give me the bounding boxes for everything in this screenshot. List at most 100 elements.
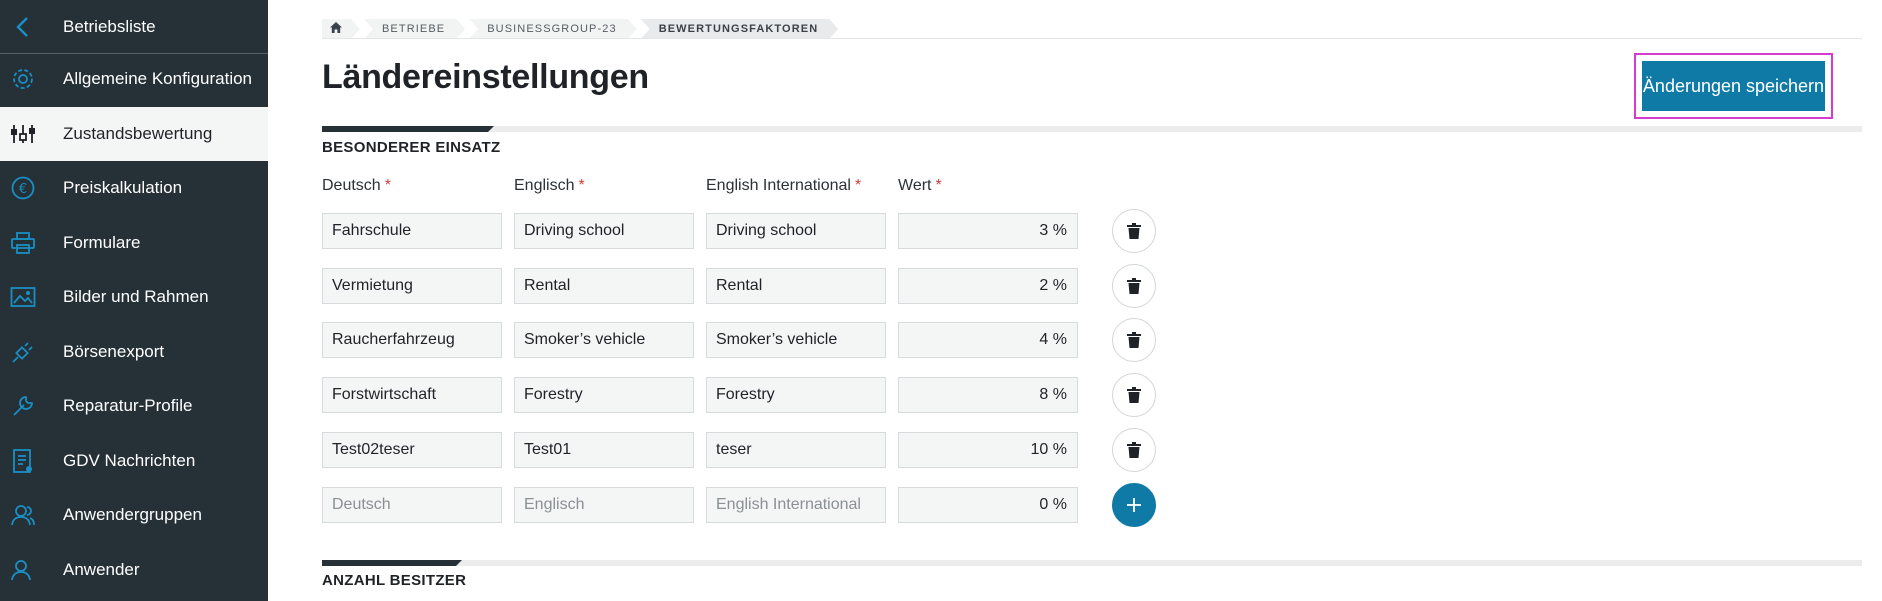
row-4-englisch-input[interactable] — [514, 377, 694, 413]
sidebar-item-label: Bilder und Rahmen — [63, 287, 209, 306]
breadcrumb: BETRIEBE BUSINESSGROUP-23 BEWERTUNGSFAKT… — [322, 19, 842, 39]
sidebar-item-zustandsbewertung[interactable]: Zustandsbewertung — [0, 107, 268, 161]
sidebar-item-reparatur-profile[interactable]: Reparatur-Profile — [0, 379, 268, 433]
sidebar-item-anwendergruppen[interactable]: Anwendergruppen — [0, 488, 268, 542]
sidebar-item-preiskalkulation[interactable]: € Preiskalkulation — [0, 161, 268, 215]
sidebar-item-boersenexport[interactable]: Börsenexport — [0, 325, 268, 379]
section-tab-marker — [322, 126, 494, 132]
new-row-deutsch-input[interactable] — [322, 487, 502, 523]
page-title: Ländereinstellungen — [322, 58, 649, 96]
section-title-besonderer-einsatz: BESONDERER EINSATZ — [322, 139, 501, 156]
row-5-delete-button[interactable] — [1112, 428, 1156, 472]
column-header-english-international: English International * — [706, 177, 861, 195]
column-header-wert: Wert * — [898, 177, 942, 195]
column-header-label: Englisch — [514, 177, 575, 194]
row-3-english-international-input[interactable] — [706, 322, 886, 358]
breadcrumb-label: BETRIEBE — [382, 23, 446, 35]
trash-icon — [1127, 387, 1141, 403]
row-5-english-international-input[interactable] — [706, 432, 886, 468]
column-header-label: English International — [706, 177, 851, 194]
sidebar-item-label: Reparatur-Profile — [63, 396, 193, 415]
sidebar-item-betriebsliste[interactable]: Betriebsliste — [0, 0, 268, 54]
row-1-delete-button[interactable] — [1112, 209, 1156, 253]
breadcrumb-item-bewertungsfaktoren: BEWERTUNGSFAKTOREN — [641, 19, 839, 39]
section-divider — [322, 126, 1862, 132]
wrench-icon — [10, 393, 36, 419]
section-tab-marker — [322, 560, 462, 566]
column-header-deutsch: Deutsch * — [322, 177, 391, 195]
add-row-button[interactable] — [1112, 483, 1156, 527]
row-5-deutsch-input[interactable] — [322, 432, 502, 468]
sidebar-item-anwender[interactable]: Anwender — [0, 543, 268, 597]
image-icon — [10, 284, 36, 310]
row-1-englisch-input[interactable] — [514, 213, 694, 249]
row-1-english-international-input[interactable] — [706, 213, 886, 249]
sidebar-item-label: Formulare — [63, 233, 141, 252]
row-3-wert-input[interactable] — [898, 322, 1078, 358]
gear-icon — [10, 66, 36, 92]
required-marker: * — [578, 177, 585, 194]
breadcrumb-item-betriebe[interactable]: BETRIEBE — [364, 19, 465, 39]
sidebar-item-label: Betriebsliste — [63, 16, 156, 36]
breadcrumb-divider — [322, 38, 1862, 39]
sidebar-item-label: Allgemeine Konfiguration — [63, 69, 253, 88]
sidebar-item-gdv-nachrichten[interactable]: GDV Nachrichten — [0, 434, 268, 488]
trash-icon — [1127, 442, 1141, 458]
new-row-wert-input[interactable] — [898, 487, 1078, 523]
document-icon — [10, 448, 36, 474]
row-4-delete-button[interactable] — [1112, 373, 1156, 417]
sidebar-item-bilder-und-rahmen[interactable]: Bilder und Rahmen — [0, 270, 268, 324]
trash-icon — [1127, 332, 1141, 348]
sidebar-item-allgemeine-konfiguration[interactable]: Allgemeine Konfiguration — [0, 52, 268, 106]
trash-icon — [1127, 223, 1141, 239]
new-row-englisch-input[interactable] — [514, 487, 694, 523]
trash-icon — [1127, 278, 1141, 294]
row-1-deutsch-input[interactable] — [322, 213, 502, 249]
user-icon — [10, 557, 36, 583]
row-2-english-international-input[interactable] — [706, 268, 886, 304]
plus-icon — [1127, 498, 1141, 512]
sidebar-item-label: Preiskalkulation — [63, 178, 183, 197]
section-title-anzahl-besitzer: ANZAHL BESITZER — [322, 572, 467, 589]
chevron-left-icon — [10, 14, 36, 40]
sidebar-item-label: Anwendergruppen — [63, 505, 202, 524]
sidebar-item-label: GDV Nachrichten — [63, 451, 196, 470]
row-5-englisch-input[interactable] — [514, 432, 694, 468]
new-row-english-international-input[interactable] — [706, 487, 886, 523]
breadcrumb-label: BEWERTUNGSFAKTOREN — [658, 23, 819, 35]
breadcrumb-label: BUSINESSGROUP-23 — [487, 23, 617, 35]
sidebar-item-formulare[interactable]: Formulare — [0, 216, 268, 270]
column-header-label: Wert — [898, 177, 932, 194]
sliders-icon — [10, 121, 36, 147]
row-2-englisch-input[interactable] — [514, 268, 694, 304]
main-content: BETRIEBE BUSINESSGROUP-23 BEWERTUNGSFAKT… — [322, 0, 1862, 601]
row-2-delete-button[interactable] — [1112, 264, 1156, 308]
svg-text:€: € — [19, 182, 27, 197]
row-3-deutsch-input[interactable] — [322, 322, 502, 358]
breadcrumb-item-businessgroup[interactable]: BUSINESSGROUP-23 — [469, 19, 636, 39]
sidebar-item-label: Zustandsbewertung — [63, 124, 213, 143]
column-header-englisch: Englisch * — [514, 177, 585, 195]
home-icon — [330, 22, 342, 36]
row-5-wert-input[interactable] — [898, 432, 1078, 468]
row-3-delete-button[interactable] — [1112, 318, 1156, 362]
row-4-english-international-input[interactable] — [706, 377, 886, 413]
section-divider — [322, 560, 1862, 566]
column-header-label: Deutsch — [322, 177, 381, 194]
plug-icon — [10, 339, 36, 365]
row-1-wert-input[interactable] — [898, 213, 1078, 249]
row-3-englisch-input[interactable] — [514, 322, 694, 358]
row-2-wert-input[interactable] — [898, 268, 1078, 304]
save-changes-button[interactable]: Änderungen speichern — [1642, 61, 1825, 111]
row-4-wert-input[interactable] — [898, 377, 1078, 413]
row-2-deutsch-input[interactable] — [322, 268, 502, 304]
sidebar-item-label: Börsenexport — [63, 342, 165, 361]
sidebar: Betriebsliste Allgemeine Konfiguration Z… — [0, 0, 268, 601]
required-marker: * — [854, 177, 862, 194]
save-button-highlight: Änderungen speichern — [1634, 53, 1833, 119]
required-marker: * — [935, 177, 942, 194]
row-4-deutsch-input[interactable] — [322, 377, 502, 413]
user-group-icon — [10, 502, 36, 528]
breadcrumb-home[interactable] — [322, 19, 360, 39]
required-marker: * — [384, 177, 391, 194]
